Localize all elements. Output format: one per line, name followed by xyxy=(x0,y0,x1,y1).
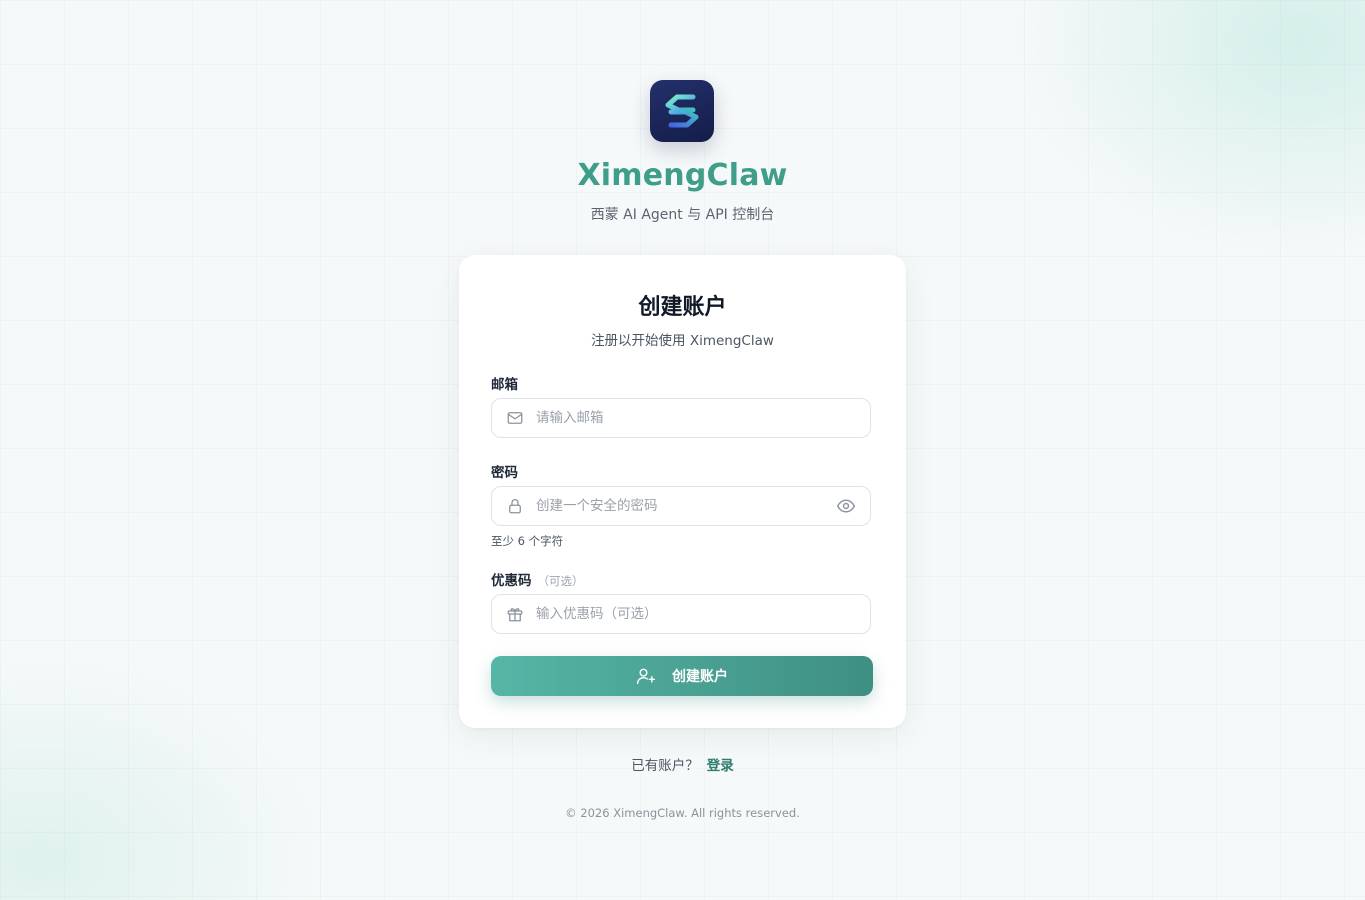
email-label: 邮箱 xyxy=(491,377,518,393)
card-subtitle: 注册以开始使用 XimengClaw xyxy=(591,333,774,349)
stylized-s-logo-icon xyxy=(665,94,699,128)
coupon-optional-tag: （可选） xyxy=(537,574,584,588)
login-prompt-text: 已有账户？ xyxy=(631,758,699,774)
brand-title: XimengClaw xyxy=(577,158,788,193)
password-input[interactable] xyxy=(536,487,836,525)
create-account-button[interactable]: 创建账户 xyxy=(491,656,873,696)
login-link[interactable]: 登录 xyxy=(707,758,734,774)
lock-icon xyxy=(506,497,524,515)
create-account-button-label: 创建账户 xyxy=(672,669,728,685)
mail-icon xyxy=(506,409,524,427)
email-input[interactable] xyxy=(536,399,870,437)
coupon-input-box[interactable] xyxy=(491,594,871,634)
footer-copyright: © 2026 XimengClaw. All rights reserved. xyxy=(565,806,800,820)
password-label: 密码 xyxy=(491,465,518,481)
eye-icon[interactable] xyxy=(836,496,856,516)
user-plus-icon xyxy=(636,666,656,686)
card-title: 创建账户 xyxy=(638,295,727,320)
coupon-label: 优惠码 （可选） xyxy=(491,569,584,589)
coupon-input[interactable] xyxy=(536,595,870,633)
email-input-box[interactable] xyxy=(491,398,871,438)
brand-subtitle: 西蒙 AI Agent 与 API 控制台 xyxy=(590,207,775,223)
register-card: 创建账户 注册以开始使用 XimengClaw 邮箱 密码 至少 6 个 xyxy=(459,255,906,728)
gift-icon xyxy=(506,605,524,623)
coupon-label-text: 优惠码 xyxy=(491,573,532,589)
password-hint: 至少 6 个字符 xyxy=(491,534,564,548)
brand-logo xyxy=(650,80,714,142)
password-input-box[interactable] xyxy=(491,486,871,526)
login-prompt: 已有账户？ 登录 xyxy=(0,754,1365,774)
